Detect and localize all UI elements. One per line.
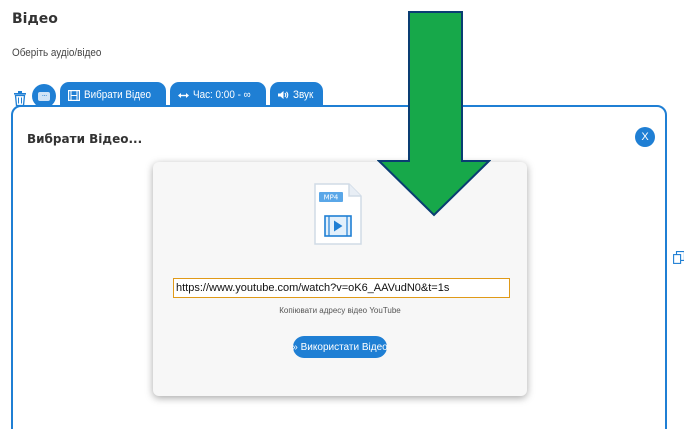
media-toggle-icon: ···	[38, 91, 50, 101]
media-toolbar: ··· Вибрати Відео Час: 0:00 - ∞ Звук	[12, 80, 324, 108]
choose-video-label: Вибрати Відео	[84, 89, 152, 101]
volume-icon	[277, 91, 288, 99]
page-subtitle: Оберіть аудіо/відео	[12, 47, 102, 59]
time-range-label: Час: 0:00 - ∞	[193, 89, 252, 101]
page-title: Відео	[12, 11, 58, 27]
sound-label: Звук	[292, 89, 313, 101]
video-url-input[interactable]	[173, 278, 510, 298]
url-hint: Копіювати адресу відео YouTube	[279, 306, 401, 315]
choose-video-panel: Вибрати Відео... X MP4 Копіювати адресу …	[11, 105, 667, 429]
close-button[interactable]: X	[635, 127, 655, 147]
page: Відео Оберіть аудіо/відео ··· Вибрати Ві…	[0, 0, 684, 429]
green-down-arrow-icon	[377, 11, 491, 217]
panel-title: Вибрати Відео...	[27, 132, 143, 146]
film-icon	[68, 89, 80, 101]
arrows-horizontal-icon	[178, 92, 190, 98]
copy-icon[interactable]	[673, 251, 684, 267]
use-video-button[interactable]: » Використати Відео	[292, 336, 388, 358]
mp4-file-icon: MP4	[313, 182, 363, 251]
mp4-badge-text: MP4	[324, 194, 339, 202]
